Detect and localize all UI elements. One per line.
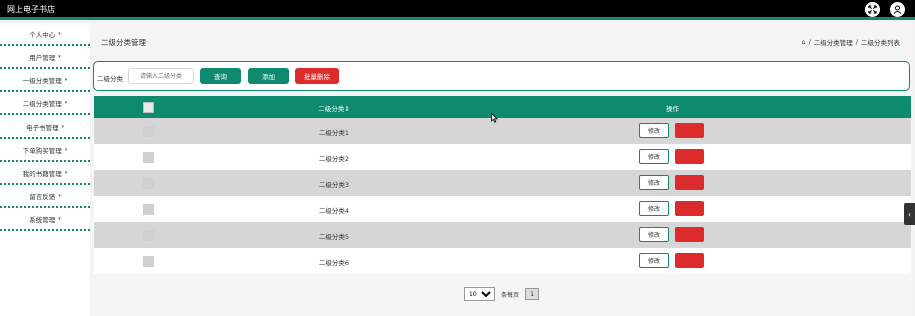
- caret-down-icon: ▾: [64, 147, 68, 153]
- search-panel: 二级分类 查询 添加 批量删除: [93, 61, 910, 91]
- row-checkbox[interactable]: [143, 204, 154, 215]
- sidebar-item-label: 下单购买管理: [22, 147, 62, 155]
- sidebar-item-label: 二级分类管理: [22, 100, 62, 108]
- user-avatar-icon[interactable]: [890, 2, 905, 17]
- caret-down-icon: ▾: [64, 77, 68, 83]
- add-button[interactable]: 添加: [248, 68, 289, 84]
- row-name: 二级分类4: [318, 207, 350, 215]
- query-button[interactable]: 查询: [200, 68, 241, 84]
- caret-down-icon: ▾: [58, 193, 61, 199]
- sidebar-item-label: 电子书管理: [25, 124, 59, 132]
- breadcrumb-separator: /: [808, 38, 811, 46]
- column-header-name[interactable]: 二级分类⇕: [284, 103, 384, 113]
- delete-button[interactable]: [675, 253, 704, 268]
- row-name: 二级分类1: [318, 129, 350, 137]
- top-bar: 网上电子书店: [0, 0, 915, 20]
- edit-button[interactable]: 修改: [639, 175, 669, 190]
- row-name: 二级分类3: [318, 181, 350, 189]
- sidebar-item-personal-center[interactable]: 个人中心 ▾: [0, 24, 90, 46]
- breadcrumb-level1[interactable]: 二级分类管理: [814, 37, 853, 47]
- sidebar-item-secondary-category[interactable]: 二级分类管理 ▾: [0, 93, 90, 115]
- page-number-button[interactable]: 1: [525, 288, 540, 300]
- caret-down-icon: ▾: [58, 216, 61, 222]
- app-title: 网上电子书店: [7, 5, 55, 14]
- table-header: 二级分类⇕ 操作: [94, 96, 911, 118]
- table-row: 二级分类5 修改: [94, 222, 911, 248]
- edit-button[interactable]: 修改: [639, 253, 669, 268]
- breadcrumb: ⌂ / 二级分类管理 / 二级分类列表: [801, 37, 900, 47]
- page-size-select[interactable]: 10: [464, 287, 495, 301]
- table-row: 二级分类1 修改: [94, 118, 911, 144]
- edit-button[interactable]: 修改: [639, 227, 669, 242]
- collapse-handle[interactable]: ‹: [904, 203, 915, 225]
- sidebar-item-label: 一级分类管理: [22, 77, 62, 85]
- delete-button[interactable]: [675, 227, 704, 242]
- row-checkbox[interactable]: [143, 230, 154, 241]
- row-checkbox[interactable]: [143, 256, 154, 267]
- delete-button[interactable]: [675, 123, 704, 138]
- chevron-left-icon: ‹: [907, 209, 912, 219]
- sidebar-item-user-management[interactable]: 用户管理 ▾: [0, 47, 90, 69]
- table-row: 二级分类2 修改: [94, 144, 911, 170]
- row-checkbox[interactable]: [143, 152, 154, 163]
- batch-delete-button[interactable]: 批量删除: [295, 68, 339, 84]
- sidebar-item-label: 我的书籍管理: [22, 170, 62, 178]
- sidebar: 个人中心 ▾ 用户管理 ▾ 一级分类管理 ▾ 二级分类管理 ▾ 电子书管理 ▾ 下单购买管…: [0, 23, 90, 316]
- arrows-icon: [868, 5, 877, 14]
- sidebar-item-primary-category[interactable]: 一级分类管理 ▾: [0, 70, 90, 92]
- breadcrumb-level2: 二级分类列表: [861, 39, 900, 47]
- sidebar-item-label: 留言反馈: [29, 193, 56, 201]
- row-name: 二级分类6: [318, 259, 350, 267]
- delete-button[interactable]: [675, 201, 704, 216]
- caret-down-icon: ▾: [58, 31, 61, 37]
- breadcrumb-separator: /: [855, 38, 858, 46]
- select-all-checkbox[interactable]: [143, 102, 154, 113]
- caret-down-icon: ▾: [64, 170, 68, 176]
- sidebar-item-feedback[interactable]: 留言反馈 ▾: [0, 186, 90, 208]
- per-page-label: 条每页: [501, 291, 520, 299]
- search-label: 二级分类: [97, 75, 123, 83]
- edit-button[interactable]: 修改: [639, 123, 669, 138]
- delete-button[interactable]: [675, 175, 704, 190]
- sidebar-item-label: 系统管理: [29, 216, 56, 224]
- edit-button[interactable]: 修改: [639, 201, 669, 216]
- sidebar-item-label: 用户管理: [29, 54, 56, 62]
- user-icon: [893, 5, 902, 14]
- caret-down-icon: ▾: [64, 100, 68, 106]
- sidebar-item-ebook-management[interactable]: 电子书管理 ▾: [0, 117, 90, 139]
- page-title: 二级分类管理: [101, 38, 146, 47]
- caret-down-icon: ▾: [58, 54, 61, 60]
- table-row: 二级分类3 修改: [94, 170, 911, 196]
- edit-button[interactable]: 修改: [639, 149, 669, 164]
- caret-down-icon: ▾: [61, 124, 64, 130]
- row-name: 二级分类5: [318, 233, 350, 241]
- row-checkbox[interactable]: [143, 126, 154, 137]
- sidebar-item-my-books[interactable]: 我的书籍管理 ▾: [0, 163, 90, 185]
- sidebar-item-label: 个人中心: [29, 31, 56, 39]
- row-name: 二级分类2: [318, 155, 350, 163]
- mouse-cursor-icon: [491, 113, 498, 123]
- header-bar: 二级分类管理 ⌂ / 二级分类管理 / 二级分类列表: [91, 23, 914, 58]
- table-row: 二级分类6 修改: [94, 248, 911, 274]
- main-content: 二级分类管理 ⌂ / 二级分类管理 / 二级分类列表 二级分类 查询 添加 批量…: [91, 23, 914, 316]
- search-input[interactable]: [128, 68, 194, 84]
- table-row: 二级分类4 修改: [94, 196, 911, 222]
- fullscreen-icon[interactable]: [865, 2, 880, 17]
- sidebar-item-order-management[interactable]: 下单购买管理 ▾: [0, 140, 90, 162]
- pagination: 10 条每页 1: [464, 287, 540, 301]
- home-icon[interactable]: ⌂: [801, 38, 805, 46]
- column-header-actions: 操作: [666, 105, 679, 113]
- delete-button[interactable]: [675, 149, 704, 164]
- row-checkbox[interactable]: [143, 178, 154, 189]
- sidebar-item-system-management[interactable]: 系统管理 ▾: [0, 209, 90, 231]
